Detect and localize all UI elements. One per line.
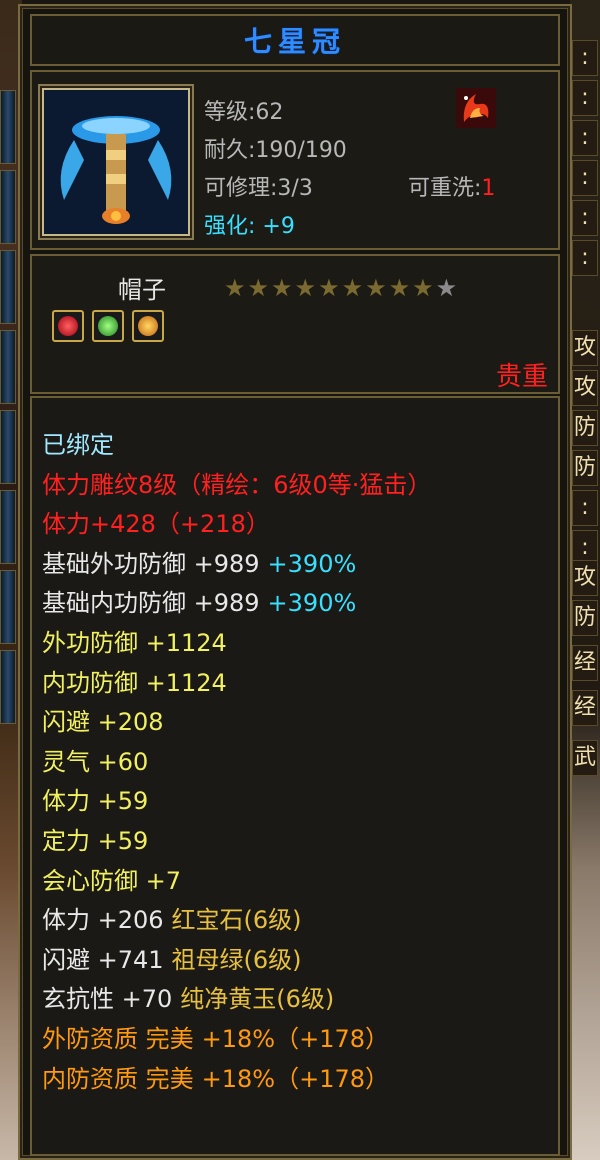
stat-extra: +18%（+178） [201,1064,390,1093]
stat-row: 定力 +59 [42,822,431,862]
crown-helmet-icon[interactable] [42,88,190,236]
item-title-bar: 七星冠 [30,14,560,66]
green-gem-icon[interactable] [92,310,124,342]
right-edge-label: : [572,40,598,76]
star-icon: ★ [271,274,293,302]
side-skill-slot[interactable] [0,250,16,324]
right-edge-label: 防 [572,600,598,636]
right-edge-label: 经 [572,645,598,681]
stat-row: 体力雕纹8级（精绘：6级0等·猛击） [42,466,431,506]
durability-label: 耐久:190/190 [204,138,347,163]
stat-text: 基础内功防御 +989 [42,589,260,618]
side-skill-slot[interactable] [0,490,16,564]
stat-extra: 红宝石(6级) [171,906,302,935]
yellow-gem-icon[interactable] [132,310,164,342]
star-icon: ★ [294,274,317,302]
stat-text: 外防资质 完美 [42,1024,194,1053]
star-icon: ★ [224,274,246,302]
right-edge-label: 攻 [572,560,598,596]
stat-row: 基础外功防御 +989 +390% [42,545,431,585]
star-icon: ★ [247,274,270,302]
stat-text: 体力雕纹8级（精绘：6级0等·猛击） [42,470,432,499]
stat-text: 体力 +59 [42,787,149,816]
right-edge-label: 防 [572,450,598,486]
star-icon: ★ [318,274,340,302]
side-skill-slot[interactable] [0,170,16,244]
stat-text: 内防资质 完美 [42,1064,194,1093]
stat-text: 外功防御 +1124 [42,628,227,657]
stat-text: 定力 +59 [42,826,149,855]
right-edge-label: 武 [572,740,598,776]
stat-extra: +18%（+178） [201,1024,390,1053]
stat-row: 体力+428（+218） [42,505,431,545]
stat-text: 灵气 +60 [42,747,149,776]
gem-slots [52,310,164,342]
stat-extra: +390% [267,549,357,578]
stat-row: 内功防御 +1124 [42,664,431,704]
stat-text: 基础外功防御 +989 [42,549,260,578]
stat-text: 闪避 +208 [42,708,164,737]
right-edge-label: 防 [572,410,598,446]
background-right-panel: ::::::攻攻防防::攻防经经武 [570,0,600,1160]
item-name: 七星冠 [243,25,346,58]
stat-extra: 纯净黄玉(6级) [180,985,335,1014]
star-icon: ★ [412,274,434,302]
side-skill-slot[interactable] [0,90,16,164]
fire-wing-icon [456,88,496,128]
stat-extra: 祖母绿(6级) [171,945,302,974]
right-edge-label: 经 [572,690,598,726]
stat-row: 体力 +206 红宝石(6级) [42,901,431,941]
stat-text: 会心防御 +7 [42,866,182,895]
stat-text: 闪避 +741 [42,945,164,974]
stat-row: 已绑定 [42,426,431,466]
stat-row: 体力 +59 [42,782,431,822]
repair-label: 可修理:3/3 [204,176,313,201]
rewash-count: 1 [481,176,496,201]
side-skill-slot[interactable] [0,410,16,484]
stats-list: 已绑定体力雕纹8级（精绘：6级0等·猛击） 体力+428（+218） 基础外功防御 … [42,426,431,1099]
stat-row: 闪避 +208 [42,703,431,743]
stat-text: 玄抗性 +70 [42,985,173,1014]
star-icon: ★ [388,274,411,302]
star-icon: ★ [435,274,458,302]
stat-row: 灵气 +60 [42,743,431,783]
side-skill-slot[interactable] [0,650,16,724]
right-edge-label: : [572,120,598,156]
star-icon: ★ [341,274,364,302]
stat-text: 内功防御 +1124 [42,668,227,697]
stat-row: 会心防御 +7 [42,862,431,902]
stat-row: 闪避 +741 祖母绿(6级) [42,941,431,981]
right-edge-label: : [572,200,598,236]
stat-extra: +390% [267,589,357,618]
item-tooltip-panel: 七星冠 等级:62 耐久:190/190 可修理:3/3 可重洗:1 强化: +… [18,4,572,1160]
right-edge-label: 攻 [572,370,598,406]
level-label: 等级:62 [204,100,284,125]
item-type-label: 帽子 [118,276,166,304]
rewash-label: 可重洗: [408,176,482,201]
rarity-label: 贵重 [495,362,548,392]
red-gem-icon[interactable] [52,310,84,342]
right-edge-label: : [572,240,598,276]
item-info-box: 等级:62 耐久:190/190 可修理:3/3 可重洗:1 强化: +9 [30,70,560,250]
stat-row: 外功防御 +1124 [42,624,431,664]
stat-row: 外防资质 完美 +18%（+178） [42,1020,431,1060]
stat-row: 基础内功防御 +989 +390% [42,584,431,624]
stat-text: 已绑定 [42,431,114,459]
right-edge-label: : [572,490,598,526]
stat-row: 玄抗性 +70 纯净黄玉(6级) [42,980,431,1020]
item-stats-box: 已绑定体力雕纹8级（精绘：6级0等·猛击） 体力+428（+218） 基础外功防御 … [30,396,560,1156]
stat-text: 体力 +206 [42,906,164,935]
stat-row: 内防资质 完美 +18%（+178） [42,1060,431,1100]
star-rating: ★ ★ ★ ★ ★ ★ ★ ★ ★ ★ [224,276,457,300]
enhance-label: 强化: +9 [204,214,295,239]
item-type-box: 帽子 ★ ★ ★ ★ ★ ★ ★ ★ ★ ★ 贵重 [30,254,560,394]
right-edge-label: : [572,160,598,196]
side-skill-slot[interactable] [0,330,16,404]
side-skill-slot[interactable] [0,570,16,644]
rewash-info: 可重洗:1 [408,170,495,202]
right-edge-label: 攻 [572,330,598,366]
stat-text: 体力+428（+218） [42,510,270,539]
right-edge-label: : [572,80,598,116]
star-icon: ★ [365,274,387,302]
